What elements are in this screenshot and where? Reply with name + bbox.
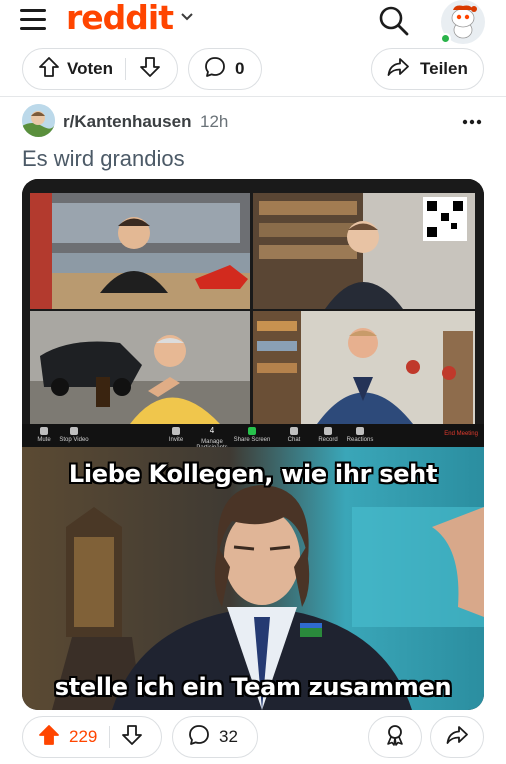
participant-video-3 bbox=[30, 311, 250, 424]
top-bar: reddit bbox=[0, 0, 506, 44]
upvote-icon[interactable] bbox=[37, 55, 61, 84]
vote-divider bbox=[124, 58, 126, 80]
post-timestamp: 12h bbox=[200, 112, 229, 131]
stop-video-control: Stop Video bbox=[54, 427, 94, 443]
zoom-call-screenshot: Mute Stop Video Invite 4Manage Participa… bbox=[22, 179, 484, 451]
upvote-count: 229 bbox=[69, 727, 98, 746]
search-icon[interactable] bbox=[378, 5, 410, 37]
participant-video-1 bbox=[30, 193, 250, 309]
subreddit-name[interactable]: r/Kantenhausen bbox=[63, 112, 191, 132]
post-divider bbox=[0, 96, 506, 97]
share-button[interactable]: Teilen bbox=[371, 48, 484, 90]
share-icon bbox=[386, 55, 410, 84]
online-status-dot bbox=[440, 33, 451, 44]
meme-top-caption: Liebe Kollegen, wie ihr seht bbox=[68, 460, 438, 488]
post-vote-bar: 229 bbox=[22, 716, 162, 758]
comment-count: 0 bbox=[235, 59, 245, 78]
share-label: Teilen bbox=[420, 59, 468, 78]
post-image[interactable]: Mute Stop Video Invite 4Manage Participa… bbox=[22, 179, 484, 710]
comment-button[interactable]: 0 bbox=[188, 48, 262, 90]
reactions-control: Reactions bbox=[340, 427, 380, 443]
meme-bottom-caption: stelle ich ein Team zusammen bbox=[54, 673, 452, 701]
chevron-down-icon[interactable] bbox=[180, 9, 194, 27]
vote-divider bbox=[109, 726, 111, 748]
downvote-icon[interactable] bbox=[138, 55, 162, 84]
award-button[interactable] bbox=[368, 716, 422, 758]
comment-icon bbox=[187, 723, 211, 752]
vote-bar: Voten bbox=[22, 48, 178, 90]
meme-image: Liebe Kollegen, wie ihr seht stelle ich … bbox=[22, 447, 484, 710]
share-icon bbox=[445, 723, 469, 752]
share-screen-control: Share Screen bbox=[232, 427, 272, 443]
more-options-icon[interactable] bbox=[462, 113, 482, 125]
award-icon bbox=[383, 723, 407, 752]
post-title[interactable]: Es wird grandios bbox=[22, 146, 185, 172]
menu-icon[interactable] bbox=[20, 9, 46, 31]
end-meeting-control: End Meeting bbox=[444, 431, 478, 437]
vote-label: Voten bbox=[67, 59, 113, 78]
post-share-button[interactable] bbox=[430, 716, 484, 758]
comment-icon bbox=[203, 55, 227, 84]
participant-video-4 bbox=[253, 311, 475, 424]
participant-video-2 bbox=[253, 193, 475, 309]
upvote-icon[interactable] bbox=[37, 723, 61, 752]
previous-post-actions: Voten 0 Teilen bbox=[0, 46, 506, 94]
post-comment-count: 32 bbox=[219, 727, 238, 746]
subreddit-avatar[interactable] bbox=[22, 104, 55, 137]
reddit-logo[interactable]: reddit bbox=[66, 0, 174, 37]
post-comment-button[interactable]: 32 bbox=[172, 716, 258, 758]
zoom-toolbar: Mute Stop Video Invite 4Manage Participa… bbox=[22, 424, 484, 451]
downvote-icon[interactable] bbox=[120, 723, 144, 752]
